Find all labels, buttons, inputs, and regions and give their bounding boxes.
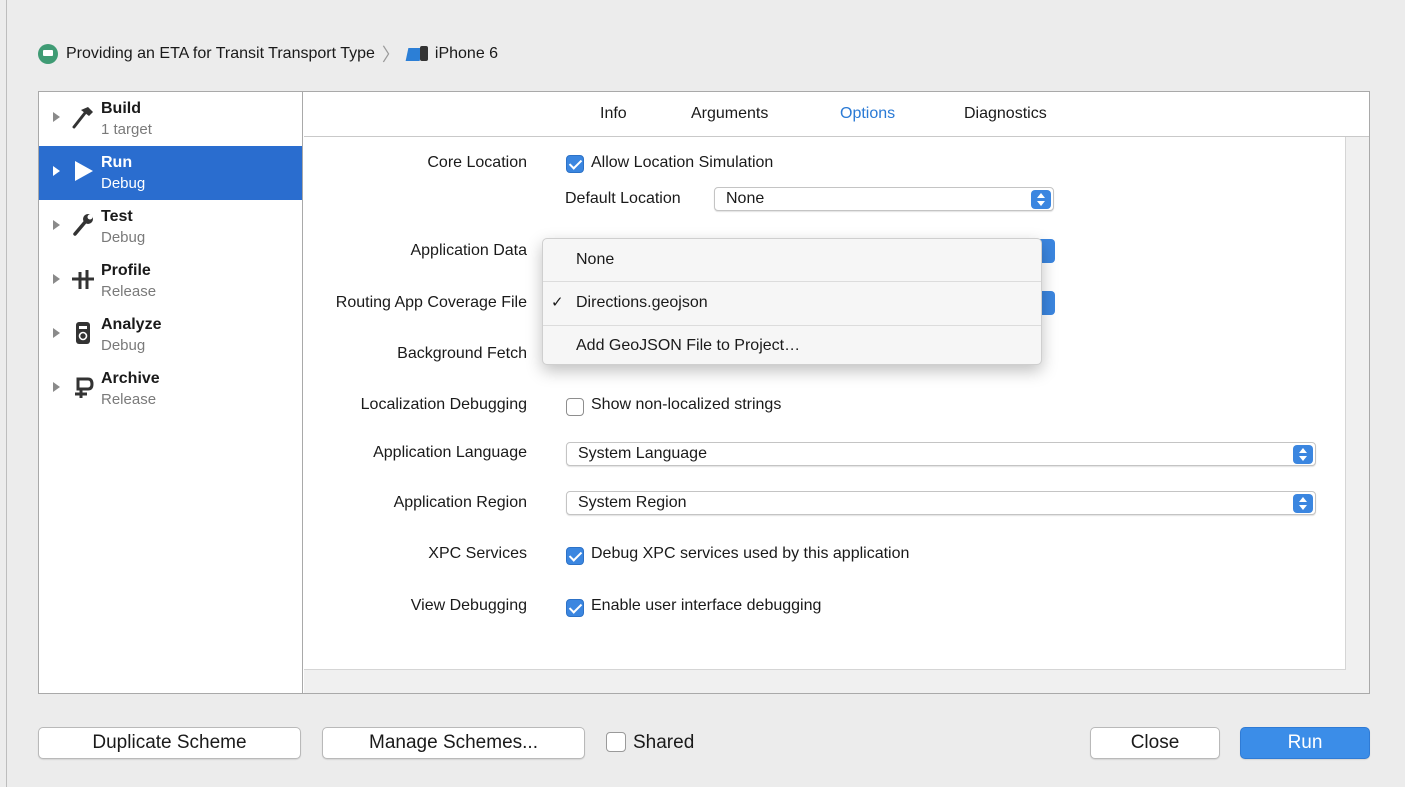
routing-coverage-dropdown-menu: None ✓ Directions.geojson Add GeoJSON Fi… <box>542 238 1042 365</box>
run-button[interactable]: Run <box>1240 727 1370 759</box>
menu-item-label: None <box>576 251 615 268</box>
tab-diagnostics[interactable]: Diagnostics <box>964 105 1047 123</box>
hammer-icon <box>68 103 98 131</box>
show-non-localized-checkbox[interactable] <box>566 398 584 416</box>
scheme-name[interactable]: Providing an ETA for Transit Transport T… <box>66 45 375 63</box>
tab-arguments[interactable]: Arguments <box>691 105 768 123</box>
disclosure-triangle-icon[interactable] <box>53 328 60 338</box>
menu-item-none[interactable]: None <box>543 240 1041 280</box>
sidebar-item-subtitle: Debug <box>101 229 146 246</box>
tab-info[interactable]: Info <box>600 105 627 123</box>
sidebar-item-archive[interactable]: Archive Release <box>39 362 302 416</box>
default-location-label: Default Location <box>565 190 681 207</box>
disclosure-triangle-icon[interactable] <box>53 220 60 230</box>
sidebar-item-subtitle: Debug <box>101 175 146 192</box>
default-location-value: None <box>726 190 765 207</box>
sidebar-item-build[interactable]: Build 1 target <box>39 92 302 146</box>
enable-ui-debugging-label: Enable user interface debugging <box>591 597 822 614</box>
application-region-label: Application Region <box>393 494 527 511</box>
sidebar-item-profile[interactable]: Profile Release <box>39 254 302 308</box>
wrench-icon <box>68 211 98 239</box>
application-region-value: System Region <box>578 494 687 511</box>
debug-xpc-label: Debug XPC services used by this applicat… <box>591 545 910 562</box>
window-edge <box>6 0 7 787</box>
enable-ui-debugging-checkbox[interactable] <box>566 599 584 617</box>
background-fetch-label: Background Fetch <box>397 345 527 362</box>
device-name[interactable]: iPhone 6 <box>435 45 498 63</box>
sidebar-item-title: Analyze <box>101 316 162 333</box>
allow-location-simulation-label: Allow Location Simulation <box>591 154 774 171</box>
shared-checkbox[interactable] <box>606 732 626 752</box>
application-data-label: Application Data <box>410 242 527 259</box>
allow-location-simulation-checkbox[interactable] <box>566 155 584 173</box>
checkmark-icon: ✓ <box>551 294 564 311</box>
disclosure-triangle-icon[interactable] <box>53 112 60 122</box>
tab-options[interactable]: Options <box>840 105 895 123</box>
sidebar-item-subtitle: Debug <box>101 337 146 354</box>
tab-bar: Info Arguments Options Diagnostics <box>304 92 1369 137</box>
sidebar-item-subtitle: Release <box>101 283 157 300</box>
shared-label: Shared <box>633 732 695 753</box>
sidebar-item-subtitle: 1 target <box>101 121 152 138</box>
show-non-localized-label: Show non-localized strings <box>591 396 782 413</box>
scheme-action-content: Info Arguments Options Diagnostics Core … <box>304 92 1369 693</box>
sidebar-item-subtitle: Release <box>101 391 157 408</box>
popup-chevron-icon <box>1293 494 1313 513</box>
scheme-editor-panel: Build 1 target Run Debug Test Debug Prof… <box>38 91 1370 694</box>
sidebar-item-test[interactable]: Test Debug <box>39 200 302 254</box>
duplicate-scheme-button[interactable]: Duplicate Scheme <box>38 727 301 759</box>
menu-item-label: Directions.geojson <box>576 294 708 311</box>
sidebar-item-title: Profile <box>101 262 151 279</box>
localization-debugging-label: Localization Debugging <box>360 396 527 413</box>
application-language-label: Application Language <box>373 444 527 461</box>
sidebar-item-analyze[interactable]: Analyze Debug <box>39 308 302 362</box>
iphone-device-icon <box>405 46 429 62</box>
play-icon <box>68 157 98 185</box>
core-location-label: Core Location <box>427 154 527 171</box>
popup-chevron-icon <box>1031 190 1051 209</box>
close-button[interactable]: Close <box>1090 727 1220 759</box>
sidebar-item-title: Test <box>101 208 133 225</box>
scheme-actions-sidebar: Build 1 target Run Debug Test Debug Prof… <box>39 92 303 693</box>
sidebar-item-title: Archive <box>101 370 160 387</box>
menu-item-add-geojson[interactable]: Add GeoJSON File to Project… <box>543 326 1041 366</box>
sidebar-item-run[interactable]: Run Debug <box>39 146 302 200</box>
analyze-icon <box>68 319 98 347</box>
application-region-popup[interactable]: System Region <box>566 491 1316 515</box>
tuning-fork-icon <box>68 265 98 293</box>
application-language-value: System Language <box>578 445 707 462</box>
disclosure-triangle-icon[interactable] <box>53 274 60 284</box>
popup-chevron-icon <box>1293 445 1313 464</box>
manage-schemes-button[interactable]: Manage Schemes... <box>322 727 585 759</box>
debug-xpc-checkbox[interactable] <box>566 547 584 565</box>
options-pane: Core Location Allow Location Simulation … <box>304 137 1346 670</box>
xpc-services-label: XPC Services <box>428 545 527 562</box>
breadcrumb-separator: 〉 <box>381 45 400 65</box>
disclosure-triangle-icon[interactable] <box>53 166 60 176</box>
menu-item-directions-geojson[interactable]: ✓ Directions.geojson <box>543 283 1041 323</box>
vise-icon <box>68 373 98 401</box>
application-language-popup[interactable]: System Language <box>566 442 1316 466</box>
default-location-popup[interactable]: None <box>714 187 1054 211</box>
sidebar-item-title: Run <box>101 154 133 171</box>
breadcrumb: Providing an ETA for Transit Transport T… <box>38 42 498 66</box>
menu-separator <box>543 281 1041 282</box>
view-debugging-label: View Debugging <box>410 597 527 614</box>
disclosure-triangle-icon[interactable] <box>53 382 60 392</box>
app-scheme-icon <box>38 44 58 64</box>
sidebar-item-title: Build <box>101 100 141 117</box>
menu-item-label: Add GeoJSON File to Project… <box>576 337 801 354</box>
routing-coverage-label: Routing App Coverage File <box>335 294 527 311</box>
